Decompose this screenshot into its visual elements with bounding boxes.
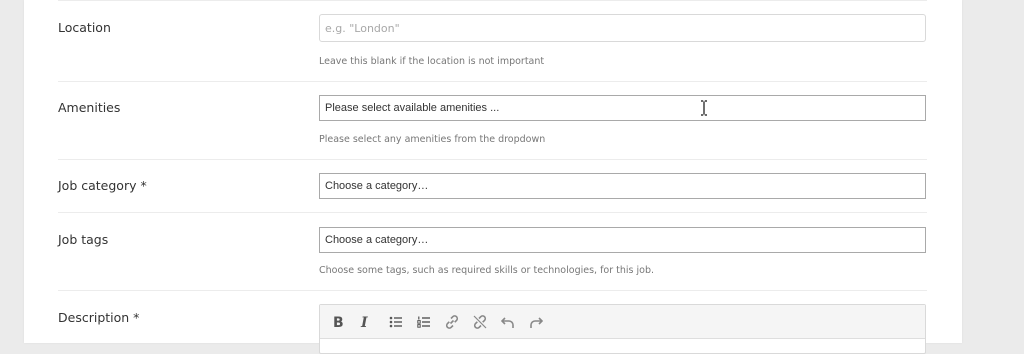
location-label: Location <box>58 20 111 35</box>
location-field[interactable] <box>319 14 926 42</box>
divider <box>58 0 927 1</box>
divider <box>58 212 927 213</box>
divider <box>58 290 927 291</box>
italic-icon[interactable]: I <box>356 313 376 331</box>
amenities-select[interactable]: Please select available amenities ... <box>319 95 926 121</box>
unlink-icon[interactable] <box>470 313 490 331</box>
job-tags-select[interactable]: Choose a category… <box>319 227 926 253</box>
job-tags-hint: Choose some tags, such as required skill… <box>319 265 655 276</box>
svg-text:I: I <box>360 315 368 329</box>
amenities-placeholder: Please select available amenities ... <box>325 102 500 114</box>
divider <box>58 81 927 82</box>
location-hint: Leave this blank if the location is not … <box>319 56 545 67</box>
numbered-list-icon[interactable] <box>414 313 434 331</box>
amenities-hint: Please select any amenities from the dro… <box>319 134 546 145</box>
redo-icon[interactable] <box>526 313 546 331</box>
description-editor[interactable]: B I <box>319 304 926 354</box>
location-input[interactable] <box>320 15 925 41</box>
description-label: Description * <box>58 310 140 325</box>
job-category-placeholder: Choose a category… <box>325 180 429 192</box>
amenities-label: Amenities <box>58 100 121 115</box>
link-icon[interactable] <box>442 313 462 331</box>
job-category-select[interactable]: Choose a category… <box>319 173 926 199</box>
divider <box>58 159 927 160</box>
bold-icon[interactable]: B <box>328 313 348 331</box>
undo-icon[interactable] <box>498 313 518 331</box>
job-tags-placeholder: Choose a category… <box>325 234 429 246</box>
svg-text:B: B <box>333 315 344 329</box>
job-category-label: Job category * <box>58 178 147 193</box>
editor-toolbar: B I <box>320 305 925 339</box>
job-form-card: Location Leave this blank if the locatio… <box>24 0 962 354</box>
job-tags-label: Job tags <box>58 232 109 247</box>
text-cursor-icon <box>700 99 708 117</box>
bullet-list-icon[interactable] <box>386 313 406 331</box>
